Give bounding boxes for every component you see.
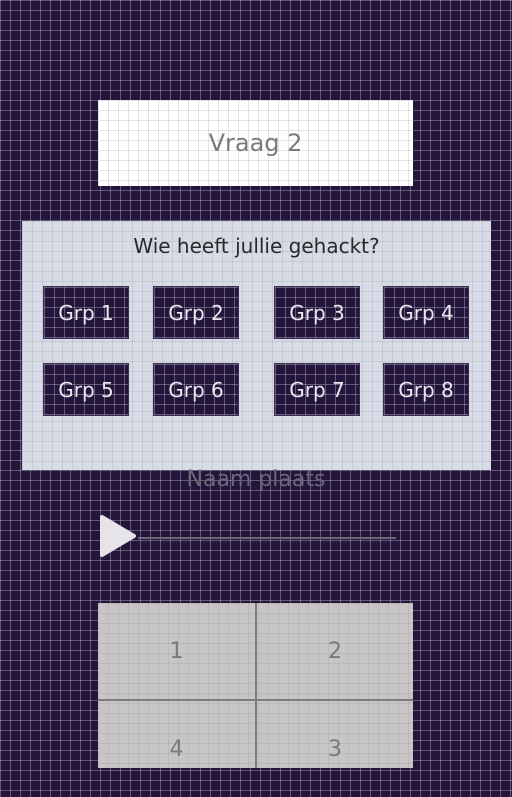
keypad-divider-vertical (255, 603, 257, 768)
number-keypad: 1 2 4 3 (98, 603, 413, 768)
panel-prompt: Wie heeft jullie gehackt? (133, 234, 380, 258)
question-title-box: Vraag 2 (98, 100, 413, 186)
group-button-4[interactable]: Grp 4 (383, 286, 469, 339)
group-button-3[interactable]: Grp 3 (274, 286, 360, 339)
group-label: Grp 4 (398, 300, 454, 325)
group-label: Grp 5 (58, 377, 114, 402)
question-title: Vraag 2 (208, 129, 303, 157)
group-button-2[interactable]: Grp 2 (153, 286, 239, 339)
audio-progress-slider[interactable] (138, 537, 396, 539)
group-button-7[interactable]: Grp 7 (274, 363, 360, 416)
key-label: 3 (328, 736, 342, 762)
group-button-5[interactable]: Grp 5 (43, 363, 129, 416)
key-label: 2 (328, 638, 342, 664)
group-selection-panel: Wie heeft jullie gehackt? Grp 1 Grp 2 Gr… (22, 221, 491, 470)
group-label: Grp 3 (289, 300, 345, 325)
group-label: Grp 6 (168, 377, 224, 402)
keypad-key-4[interactable]: 4 (98, 701, 255, 797)
place-name-label: Naam plaats (186, 467, 326, 492)
group-label: Grp 7 (289, 377, 345, 402)
keypad-key-1[interactable]: 1 (98, 603, 255, 699)
group-label: Grp 2 (168, 300, 224, 325)
keypad-key-3[interactable]: 3 (257, 701, 413, 797)
group-button-6[interactable]: Grp 6 (153, 363, 239, 416)
key-label: 1 (169, 638, 184, 664)
group-label: Grp 1 (58, 300, 114, 325)
group-button-8[interactable]: Grp 8 (383, 363, 469, 416)
keypad-key-2[interactable]: 2 (257, 603, 413, 699)
keypad-divider-horizontal (98, 699, 413, 701)
group-label: Grp 8 (398, 377, 454, 402)
key-label: 4 (169, 736, 184, 762)
group-button-1[interactable]: Grp 1 (43, 286, 129, 339)
play-icon[interactable] (98, 514, 138, 558)
